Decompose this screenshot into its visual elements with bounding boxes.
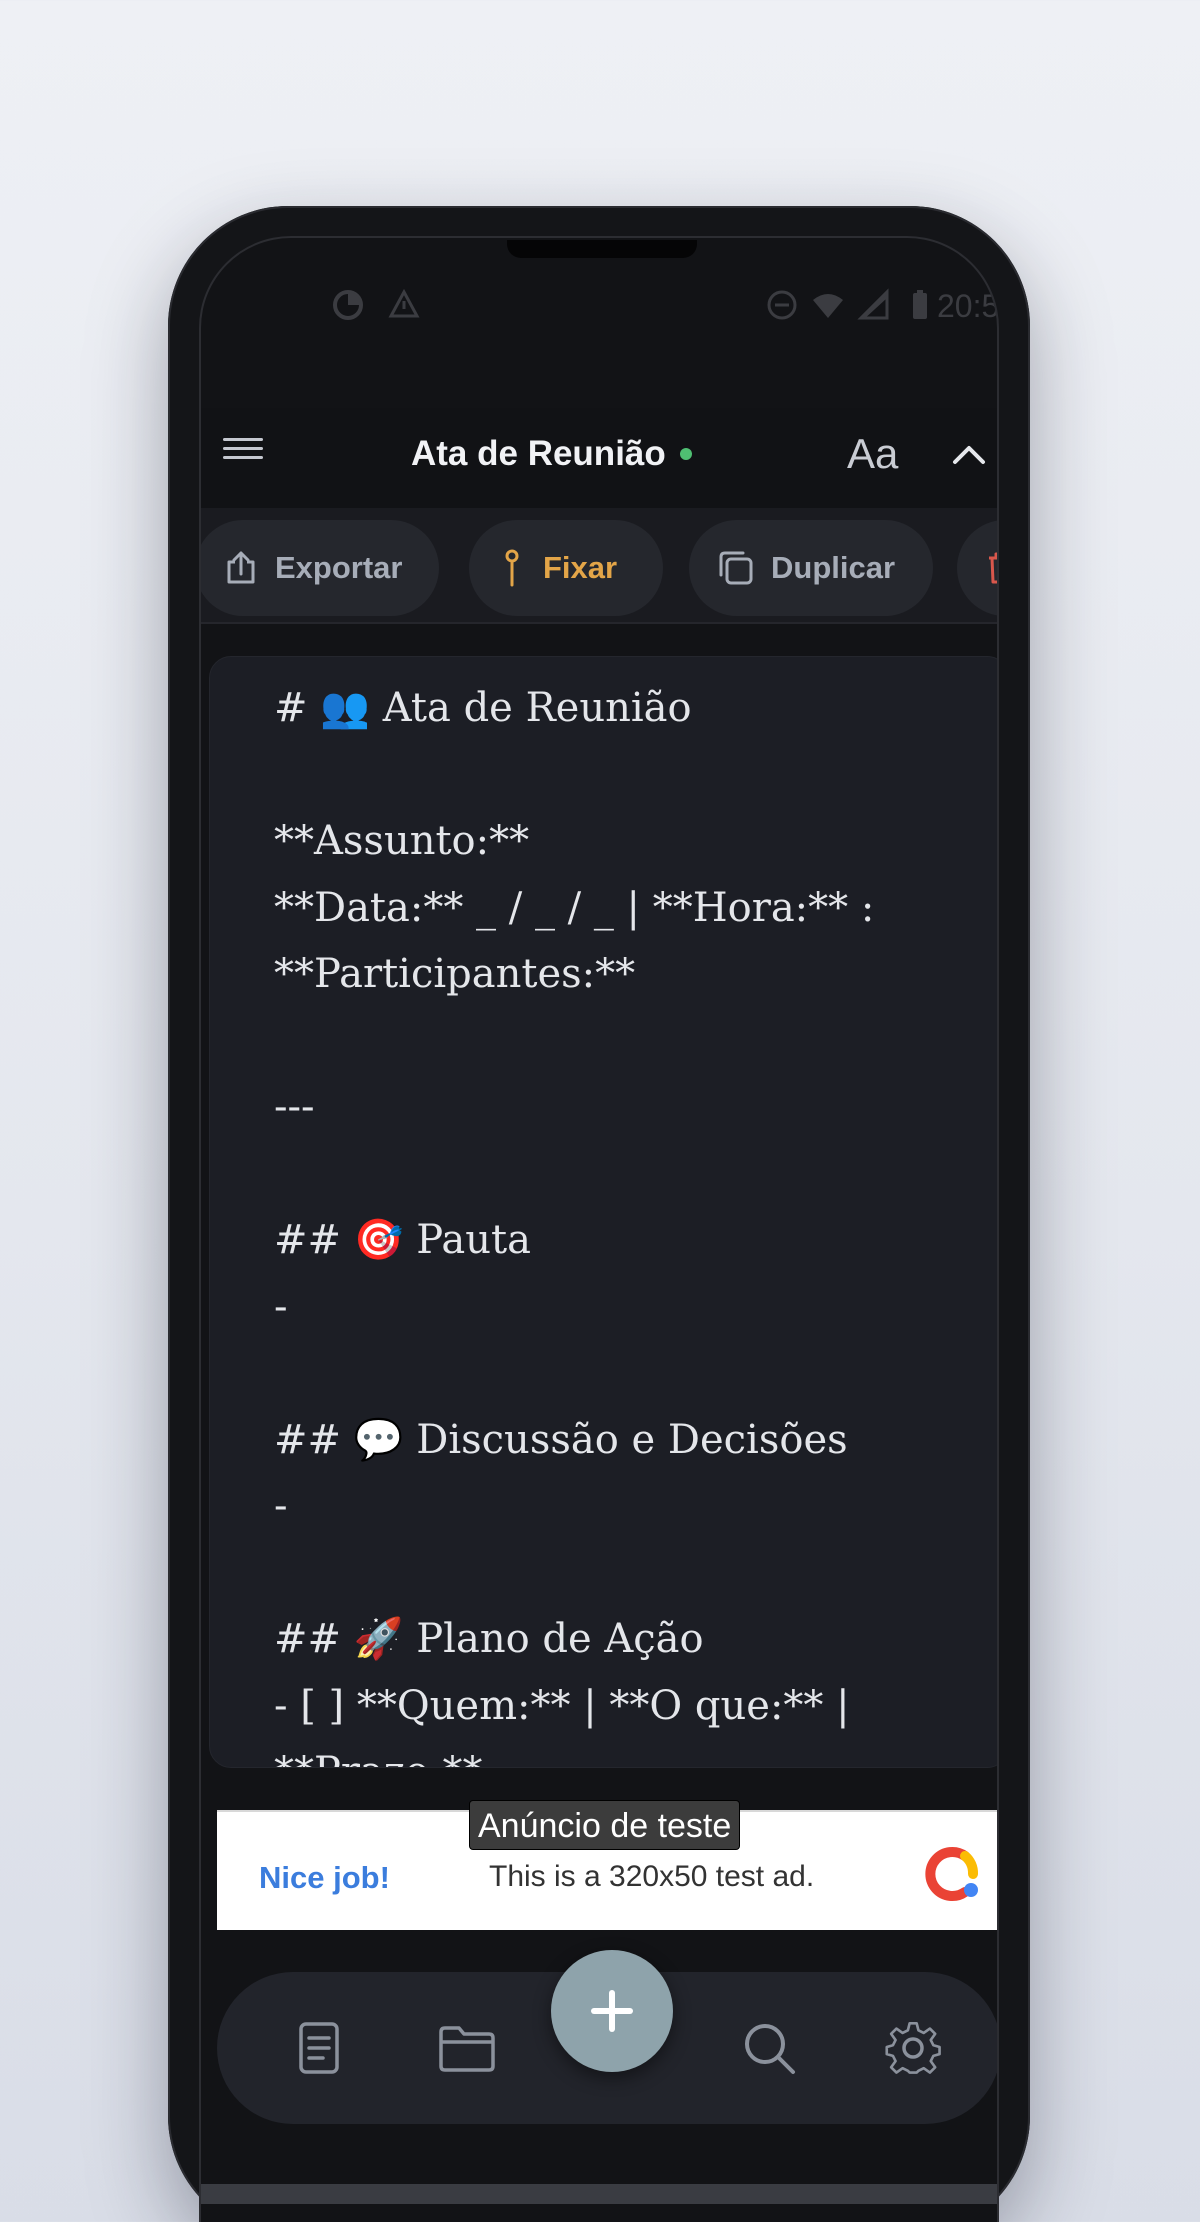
status-bar: 20:5 [201, 288, 999, 338]
battery-icon [913, 290, 927, 319]
alert-icon [388, 288, 420, 318]
duplicate-button[interactable]: Duplicar [689, 520, 933, 616]
note-line: **Assunto:** [274, 818, 530, 864]
note-body-text[interactable]: # 👥 Ata de Reunião **Assunto:** **Data:**… [274, 675, 974, 1767]
note-line: ## 🎯 Pauta [274, 1217, 531, 1263]
page-title: Ata de Reunião [411, 434, 666, 473]
search-icon[interactable] [737, 2016, 801, 2080]
new-note-button[interactable] [551, 1950, 673, 2072]
speaker-notch [507, 240, 697, 258]
note-title-area: Ata de Reunião [411, 434, 692, 474]
ad-network-logo-icon [925, 1847, 978, 1901]
hamburger-menu-icon[interactable] [223, 432, 267, 476]
note-line: ## 🚀 Plano de Ação [274, 1616, 704, 1662]
note-line: ## 💬 Discussão e Decisões [274, 1416, 848, 1463]
note-line: --- [274, 1084, 315, 1130]
note-line [274, 742, 974, 809]
note-line [274, 1340, 974, 1407]
data-saver-icon [333, 290, 363, 320]
export-button[interactable]: Exportar [201, 520, 439, 616]
gear-icon[interactable] [881, 2016, 945, 2080]
delete-button[interactable] [957, 520, 997, 616]
wifi-icon [813, 294, 843, 318]
signal-icon [857, 288, 889, 320]
note-editor[interactable]: # 👥 Ata de Reunião **Assunto:** **Data:**… [209, 656, 997, 1768]
note-line: **Prazo:** [274, 1739, 974, 1767]
note-line: - [274, 1483, 288, 1529]
export-label: Exportar [275, 550, 403, 585]
duplicate-label: Duplicar [771, 550, 896, 585]
document-icon[interactable] [287, 2016, 351, 2080]
note-line: # 👥 Ata de Reunião [274, 685, 692, 731]
do-not-disturb-icon [767, 290, 797, 320]
note-line: - [274, 1283, 288, 1330]
share-upload-icon [227, 551, 255, 584]
trash-icon [989, 552, 997, 584]
pin-icon [505, 549, 519, 587]
note-line [274, 1141, 974, 1208]
chevron-up-icon[interactable] [949, 436, 989, 476]
test-ad-banner[interactable]: Anúncio de teste Nice job! This is a 320… [217, 1800, 997, 1930]
font-size-button[interactable]: Aa [847, 430, 898, 478]
app-bar: Ata de Reunião Aa [201, 408, 997, 508]
copy-icon [719, 551, 753, 585]
ad-label: Anúncio de teste [469, 1800, 741, 1850]
note-line [274, 1540, 974, 1607]
pin-label: Fixar [543, 550, 618, 585]
ad-text: This is a 320x50 test ad. [489, 1860, 815, 1893]
status-clock: 20:5 [937, 288, 999, 324]
note-actions-toolbar: Exportar Fixar Duplicar [201, 508, 997, 624]
app-screen: 20:5 Ata de Reunião Aa Exportar Fixar Du… [199, 236, 999, 2222]
pin-button[interactable]: Fixar [469, 520, 663, 616]
folder-icon[interactable] [435, 2016, 499, 2080]
system-nav-bar [201, 2184, 997, 2204]
ad-cta-link[interactable]: Nice job! [259, 1860, 390, 1896]
note-line: **Participantes:** [274, 951, 636, 997]
note-line [274, 1008, 974, 1075]
note-line: **Data:** _ / _ / _ | **Hora:** : [274, 884, 875, 931]
saved-status-dot [679, 448, 692, 460]
note-line: - [ ] **Quem:** | **O que:** | [274, 1682, 850, 1729]
